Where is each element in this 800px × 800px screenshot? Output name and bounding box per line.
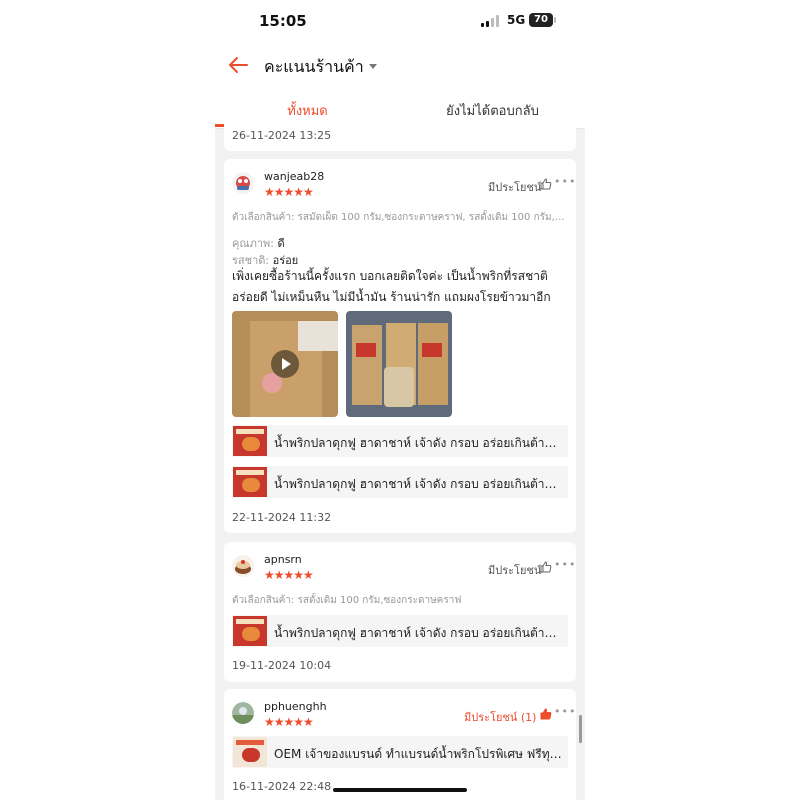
battery-tip [554,17,556,23]
signal-icon [481,15,501,27]
avatar [232,555,254,577]
play-icon[interactable] [270,349,300,379]
product-image [233,737,267,767]
review-card: wanjeab28 ★★★★★ มีประโยชน์ ••• ตัวเลือกส… [224,159,576,533]
product-image [233,467,267,497]
photo-pack-right [418,323,448,405]
network-type: 5G [507,13,526,27]
app-screen: 15:05 5G 70 คะแนนร้านค้า ทั้งหมด ยังไม่ไ… [215,0,585,800]
photo-label-left [356,343,376,357]
page-title[interactable]: คะแนนร้านค้า [264,55,364,80]
review-date: 22-11-2024 11:32 [232,511,332,524]
quality-attr: คุณภาพ: ดี [232,237,285,250]
product-image [233,616,267,646]
review-date: 16-11-2024 22:48 [232,780,332,793]
avatar [232,172,254,194]
photo-bag-center [384,367,414,407]
reviewer-name[interactable]: apnsrn [264,553,302,566]
review-card: pphuenghh ★★★★★ มีประโยชน์ (1) ••• OEM เ… [224,689,576,800]
product-link[interactable]: OEM เจ้าของแบรนด์ ทำแบรนด์น้ำพริกโปรพิเศ… [232,736,568,768]
thumbs-up-icon[interactable] [540,178,552,190]
product-image [233,426,267,456]
product-link[interactable]: น้ำพริกปลาดุกฟู ฮาดาชาห์ เจ้าดัง กรอบ อร… [232,466,568,498]
review-date: 26-11-2024 13:25 [232,129,332,142]
photo-pack-left [352,325,382,405]
thumbs-up-icon[interactable] [540,561,552,573]
reviewer-name[interactable]: wanjeab28 [264,170,324,183]
dropdown-caret-icon[interactable] [369,64,377,69]
variant-info: ตัวเลือกสินค้า: รสมัดเผ็ด 100 กรัม,ซองกร… [232,212,568,223]
reviewer-name[interactable]: pphuenghh [264,700,327,713]
helpful-button[interactable]: มีประโยชน์ (1) [464,708,536,726]
more-icon[interactable]: ••• [554,705,576,718]
review-photo[interactable] [346,311,452,417]
more-icon[interactable]: ••• [554,175,576,188]
back-arrow-icon[interactable] [225,52,251,78]
video-bg-detail [298,321,338,351]
product-link[interactable]: น้ำพริกปลาดุกฟู ฮาดาชาห์ เจ้าดัง กรอบ อร… [232,425,568,457]
review-card: 26-11-2024 13:25 [224,118,576,151]
more-icon[interactable]: ••• [554,558,576,571]
status-time: 15:05 [259,12,307,30]
helpful-button[interactable]: มีประโยชน์ [488,561,541,579]
review-date: 19-11-2024 10:04 [232,659,332,672]
status-bar: 15:05 5G 70 [215,0,585,42]
review-video[interactable] [232,311,338,417]
review-card: apnsrn ★★★★★ มีประโยชน์ ••• ตัวเลือกสินค… [224,542,576,682]
battery-icon: 70 [529,13,553,27]
top-bar: คะแนนร้านค้า [215,42,585,90]
product-link[interactable]: น้ำพริกปลาดุกฟู ฮาดาชาห์ เจ้าดัง กรอบ อร… [232,615,568,647]
star-rating: ★★★★★ [264,568,314,582]
photo-label-right [422,343,442,357]
variant-info: ตัวเลือกสินค้า: รสดั้งเดิม 100 กรัม,ซองก… [232,595,462,606]
thumbs-up-icon[interactable] [540,708,552,720]
star-rating: ★★★★★ [264,185,314,199]
review-text: เพิ่งเคยซื้อร้านนี้ครั้งแรก บอกเลยติดใจค… [232,269,551,304]
helpful-button[interactable]: มีประโยชน์ [488,178,541,196]
product-title: น้ำพริกปลาดุกฟู ฮาดาชาห์ เจ้าดัง กรอบ อร… [274,626,564,640]
product-title: น้ำพริกปลาดุกฟู ฮาดาชาห์ เจ้าดัง กรอบ อร… [274,477,564,491]
product-title: น้ำพริกปลาดุกฟู ฮาดาชาห์ เจ้าดัง กรอบ อร… [274,436,564,450]
quality-value: ดี [277,237,285,250]
scrollbar[interactable] [579,715,582,743]
avatar [232,702,254,724]
star-rating: ★★★★★ [264,715,314,729]
product-title: OEM เจ้าของแบรนด์ ทำแบรนด์น้ำพริกโปรพิเศ… [274,747,564,761]
home-indicator[interactable] [333,788,467,792]
